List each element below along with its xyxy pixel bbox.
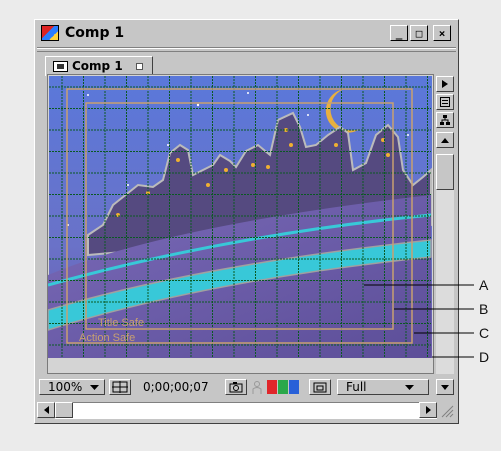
- snapshot-button[interactable]: [225, 379, 247, 395]
- arrow-left-icon: [43, 406, 49, 414]
- scroll-left-button[interactable]: [37, 402, 55, 418]
- minimize-button[interactable]: _: [390, 25, 408, 41]
- comp-flowchart-button[interactable]: [436, 94, 454, 110]
- show-snapshot-button[interactable]: [249, 379, 265, 395]
- scroll-right-button[interactable]: [419, 402, 437, 418]
- scroll-up-button[interactable]: [436, 132, 454, 148]
- rgb-channels-icon: [267, 380, 299, 394]
- person-icon: [252, 380, 262, 394]
- vertical-scroll-track[interactable]: [436, 190, 454, 374]
- separator: [37, 48, 456, 49]
- timecode-value: 0;00;00;07: [143, 380, 209, 394]
- arrow-up-icon: [441, 137, 449, 143]
- horizontal-scroll-thumb[interactable]: [55, 402, 73, 418]
- title-safe-label: Title Safe: [98, 317, 144, 329]
- viewer-side-panel: [434, 74, 456, 374]
- tree-icon: [440, 115, 450, 125]
- callout-label-c: C: [479, 325, 490, 341]
- comp-window: Comp 1 _ □ × Comp 1 Title Safe Action Sa…: [34, 19, 459, 424]
- viewer-canvas: Title Safe Action Safe: [48, 75, 433, 373]
- action-safe-label: Action Safe: [79, 332, 135, 344]
- triangle-right-icon: [442, 80, 448, 88]
- zoom-value: 100%: [48, 380, 83, 394]
- tab-close-icon[interactable]: [136, 63, 143, 70]
- region-of-interest-button[interactable]: [309, 379, 331, 395]
- arrow-down-icon: [441, 384, 449, 390]
- tab-label: Comp 1: [72, 59, 123, 73]
- comp-window-icon: [41, 25, 59, 41]
- close-button[interactable]: ×: [433, 25, 451, 41]
- channel-buttons[interactable]: [267, 379, 301, 395]
- separator: [37, 51, 456, 52]
- tab-comp-1[interactable]: Comp 1: [45, 56, 173, 76]
- arrow-right-icon: [425, 406, 431, 414]
- viewer-toolbar: 100% 0;00;00;07 Full: [37, 376, 456, 398]
- timecode-display[interactable]: 0;00;00;07: [143, 379, 209, 395]
- chevron-down-icon: [404, 384, 414, 390]
- tab-strip: Comp 1: [37, 54, 456, 76]
- scroll-down-button[interactable]: [436, 379, 454, 395]
- callout-label-d: D: [479, 349, 490, 365]
- window-title: Comp 1: [65, 25, 125, 41]
- horizontal-scroll-track[interactable]: [55, 402, 437, 419]
- resolution-dropdown[interactable]: Full: [337, 379, 429, 395]
- resolution-value: Full: [346, 380, 367, 394]
- comp-flowchart-icon: [440, 97, 450, 107]
- maximize-button[interactable]: □: [410, 25, 428, 41]
- horizontal-scrollbar: [37, 400, 456, 420]
- resize-grip-icon[interactable]: [440, 404, 454, 418]
- callout-label-a: A: [479, 277, 489, 293]
- composition-viewer[interactable]: Title Safe Action Safe: [47, 74, 434, 374]
- vertical-scroll-thumb[interactable]: [436, 154, 454, 190]
- menu-button[interactable]: [436, 76, 454, 92]
- region-of-interest-icon: [313, 382, 327, 392]
- tab-edge: [153, 56, 173, 76]
- camera-icon: [229, 381, 243, 392]
- zoom-dropdown[interactable]: 100%: [39, 379, 105, 395]
- chevron-down-icon: [90, 384, 100, 390]
- safe-zones-button[interactable]: [109, 379, 131, 395]
- callout-label-b: B: [479, 301, 489, 317]
- composition-icon: [53, 61, 68, 72]
- tree-button[interactable]: [436, 112, 454, 128]
- title-bar[interactable]: Comp 1 _ □ ×: [37, 22, 456, 45]
- safe-zones-icon: [112, 381, 128, 393]
